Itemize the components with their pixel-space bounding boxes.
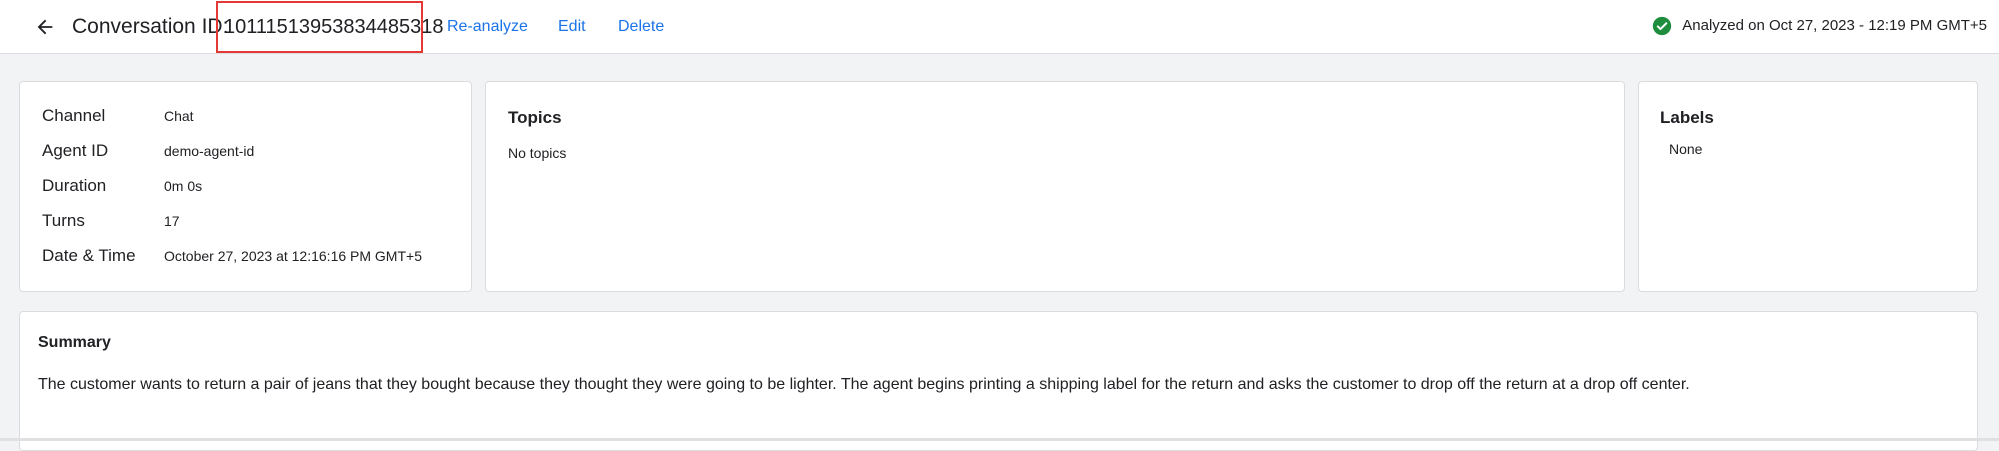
labels-title: Labels [1660, 108, 1714, 127]
info-label: Date & Time [42, 246, 136, 265]
conversation-info-card: Channel Chat Agent ID demo-agent-id Dura… [19, 81, 472, 292]
info-row-duration: Duration 0m 0s [42, 176, 202, 196]
topics-title: Topics [508, 108, 562, 127]
info-row-date-time: Date & Time October 27, 2023 at 12:16:16… [42, 246, 422, 266]
arrow-back-icon [37, 19, 53, 35]
analysis-status: Analyzed on Oct 27, 2023 - 12:19 PM GMT+… [1652, 15, 1987, 37]
info-value: 0m 0s [164, 178, 203, 194]
back-button[interactable] [30, 13, 60, 41]
info-row-turns: Turns 17 [42, 211, 180, 231]
info-row-channel: Channel Chat [42, 106, 194, 126]
info-row-agent-id: Agent ID demo-agent-id [42, 141, 254, 161]
edit-button[interactable]: Edit [558, 17, 586, 37]
summary-card: Summary The customer wants to return a p… [19, 311, 1978, 451]
labels-empty-text: None [1669, 141, 1703, 157]
info-value: Chat [164, 108, 194, 124]
info-value: 17 [164, 213, 180, 229]
check-circle-icon [1652, 16, 1672, 36]
info-label: Duration [42, 176, 107, 195]
conversation-id: 10111513953834485318 [216, 1, 444, 53]
info-label: Agent ID [42, 141, 109, 160]
summary-title: Summary [38, 334, 111, 351]
summary-text: The customer wants to return a pair of j… [38, 376, 1690, 393]
reanalyze-button[interactable]: Re-analyze [447, 17, 528, 37]
info-value: October 27, 2023 at 12:16:16 PM GMT+5 [164, 248, 422, 264]
delete-button[interactable]: Delete [618, 17, 664, 37]
page-title-prefix: Conversation ID: [72, 15, 229, 38]
info-label: Turns [42, 211, 85, 230]
status-text: Analyzed on Oct 27, 2023 - 12:19 PM GMT+… [1682, 17, 1987, 34]
topics-empty-text: No topics [508, 145, 567, 161]
labels-card: Labels None [1638, 81, 1978, 292]
page-header: Conversation ID: 10111513953834485318 Re… [0, 0, 1999, 54]
topics-card: Topics No topics [485, 81, 1625, 292]
info-value: demo-agent-id [164, 143, 255, 159]
info-label: Channel [42, 106, 106, 125]
